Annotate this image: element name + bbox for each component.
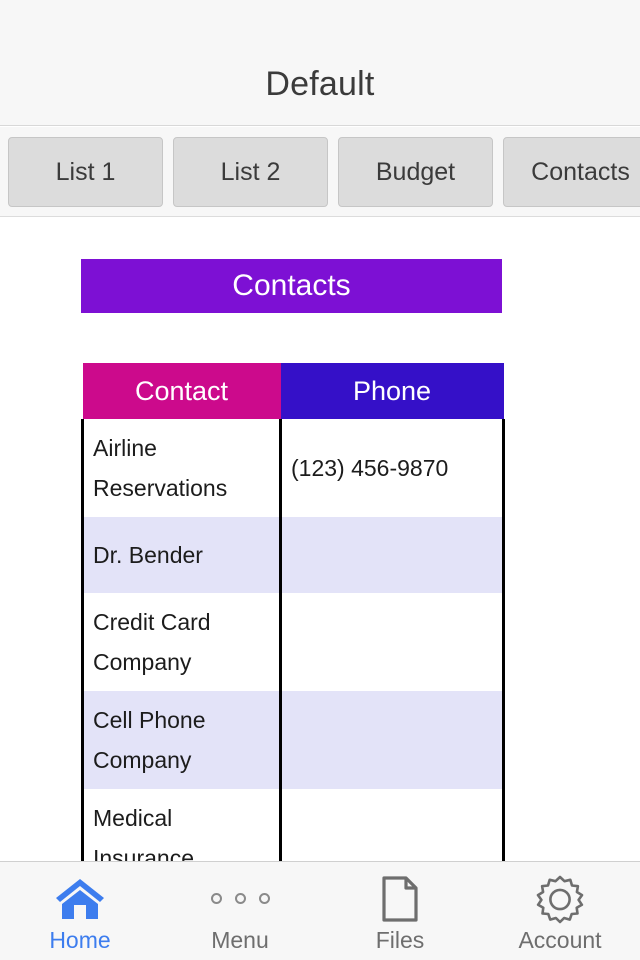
column-header-phone[interactable]: Phone bbox=[280, 363, 504, 419]
cell-contact: Cell Phone Company bbox=[81, 691, 282, 789]
cell-phone: (123) 456-9870 bbox=[280, 419, 505, 517]
cell-phone bbox=[280, 691, 505, 789]
contacts-section-banner-label: Contacts bbox=[232, 269, 351, 302]
table-row[interactable]: Airline Reservations (123) 456-9870 bbox=[81, 419, 505, 517]
nav-item-menu-label: Menu bbox=[211, 926, 269, 953]
cell-contact: Medical Insurance bbox=[81, 789, 282, 861]
dots-menu-icon bbox=[210, 875, 270, 923]
cell-phone bbox=[280, 593, 505, 691]
tab-bar: List 1 List 2 Budget Contacts bbox=[0, 127, 640, 217]
table-row[interactable]: Cell Phone Company bbox=[81, 691, 505, 789]
dot-3 bbox=[258, 893, 270, 904]
content-area: Contacts Contact Phone Airline Reservati… bbox=[0, 218, 640, 861]
cell-contact: Airline Reservations bbox=[81, 419, 282, 517]
nav-item-files[interactable]: Files bbox=[320, 862, 480, 960]
gear-icon bbox=[535, 875, 585, 923]
app-header: Default bbox=[0, 0, 640, 126]
page-title: Default bbox=[265, 65, 375, 103]
tab-list: List 1 List 2 Budget Contacts bbox=[8, 137, 640, 207]
tab-contacts-label: Contacts bbox=[531, 157, 630, 186]
bottom-navigation-bar: Home Menu Files Account bbox=[0, 861, 640, 960]
table-row[interactable]: Medical Insurance bbox=[81, 789, 505, 861]
tab-list-1[interactable]: List 1 bbox=[8, 137, 163, 207]
contacts-table: Contact Phone Airline Reservations (123)… bbox=[81, 363, 505, 861]
dot-1 bbox=[210, 893, 222, 904]
home-icon bbox=[54, 875, 106, 923]
dot-2 bbox=[234, 893, 246, 904]
nav-item-home-label: Home bbox=[49, 926, 111, 953]
nav-item-account-label: Account bbox=[518, 926, 602, 953]
table-row[interactable]: Dr. Bender bbox=[81, 517, 505, 593]
cell-phone bbox=[280, 517, 505, 593]
cell-contact: Dr. Bender bbox=[81, 517, 282, 593]
nav-item-files-label: Files bbox=[375, 926, 425, 953]
table-row[interactable]: Credit Card Company bbox=[81, 593, 505, 691]
table-header-row: Contact Phone bbox=[82, 363, 504, 419]
tab-list-2[interactable]: List 2 bbox=[173, 137, 328, 207]
contacts-table-head: Contact Phone bbox=[82, 363, 504, 419]
tab-contacts[interactable]: Contacts bbox=[503, 137, 640, 207]
tab-list-2-label: List 2 bbox=[220, 157, 281, 186]
cell-contact: Credit Card Company bbox=[81, 593, 282, 691]
column-header-contact[interactable]: Contact bbox=[82, 363, 281, 419]
tab-budget-label: Budget bbox=[375, 157, 456, 186]
nav-item-account[interactable]: Account bbox=[480, 862, 640, 960]
contacts-section-banner: Contacts bbox=[81, 259, 502, 313]
cell-phone bbox=[280, 789, 505, 861]
nav-item-home[interactable]: Home bbox=[0, 862, 160, 960]
document-icon bbox=[380, 875, 420, 923]
nav-item-menu[interactable]: Menu bbox=[160, 862, 320, 960]
tab-budget[interactable]: Budget bbox=[338, 137, 493, 207]
contacts-table-body: Airline Reservations (123) 456-9870 Dr. … bbox=[81, 419, 505, 861]
tab-list-1-label: List 1 bbox=[55, 157, 116, 186]
